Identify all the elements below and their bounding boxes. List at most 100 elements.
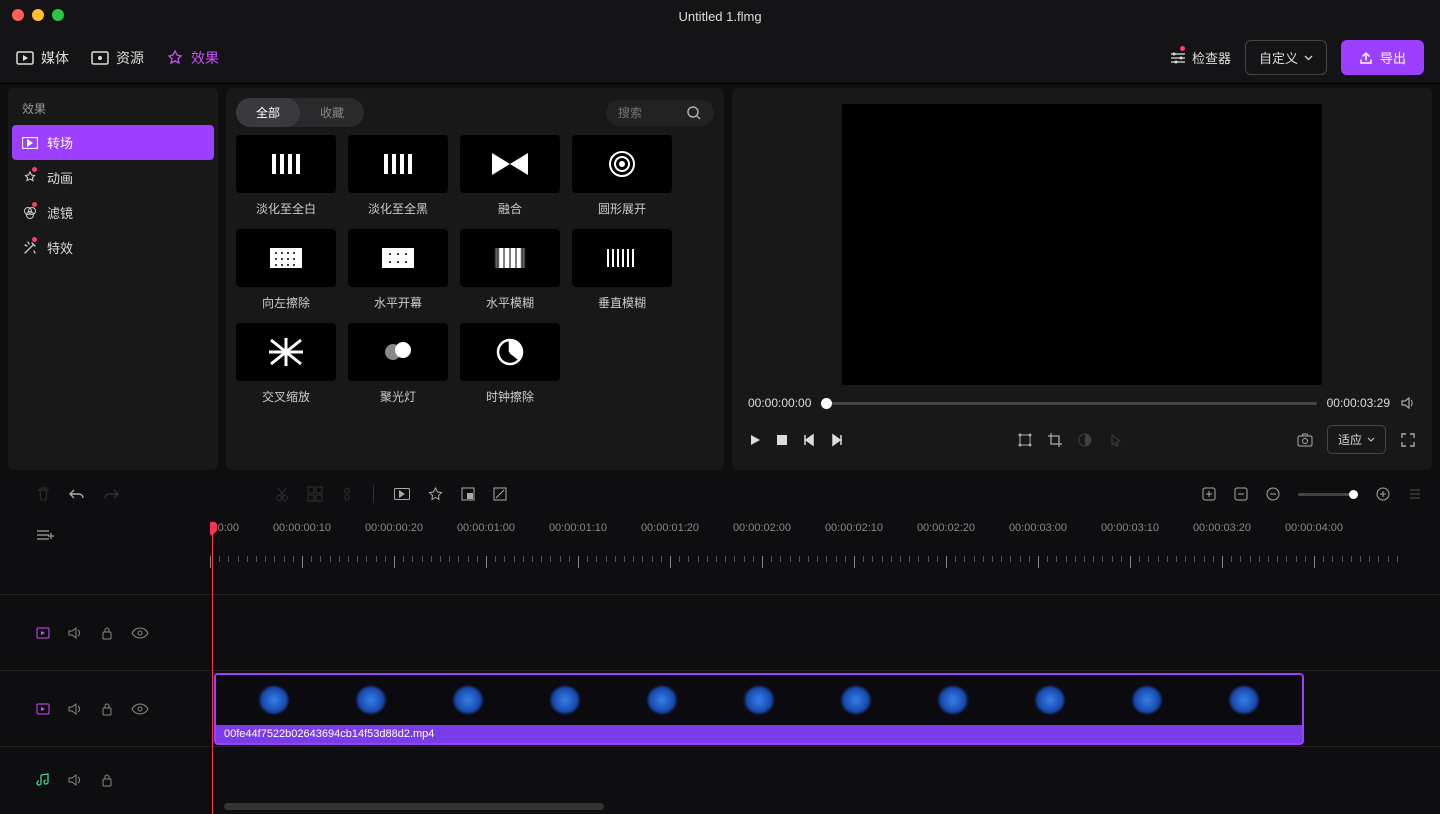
transition-tool-icon[interactable] [394, 488, 410, 500]
sidebar-item-label: 滤镜 [47, 203, 73, 222]
effects-tab-all[interactable]: 全部 [236, 98, 300, 127]
track-row-1[interactable] [210, 594, 1440, 670]
timeline-view-icon[interactable] [1408, 487, 1422, 501]
tab-effects-label: 效果 [191, 48, 219, 68]
slash-tool-icon[interactable] [493, 487, 507, 501]
track-row-2[interactable]: 00fe44f7522b02643694cb14f53d88d2.mp4 [210, 670, 1440, 746]
effect-item[interactable]: 淡化至全白 [236, 135, 336, 217]
visibility-icon[interactable] [131, 627, 149, 639]
clip-filename: 00fe44f7522b02643694cb14f53d88d2.mp4 [216, 725, 1302, 743]
effect-item[interactable]: 水平模糊 [460, 229, 560, 311]
sidebar-item-transitions[interactable]: 转场 [12, 125, 214, 160]
effect-thumbnail [348, 323, 448, 381]
lock-icon[interactable] [101, 626, 113, 640]
fullscreen-icon[interactable] [1400, 432, 1416, 448]
search-input[interactable] [618, 106, 678, 120]
snapshot-icon[interactable] [1297, 432, 1313, 448]
animation-icon [22, 170, 38, 186]
export-label: 导出 [1380, 48, 1406, 67]
effect-thumbnail [348, 135, 448, 193]
cut-icon[interactable] [275, 486, 289, 502]
next-frame-icon[interactable] [830, 433, 844, 447]
audio-track-icon[interactable] [36, 773, 50, 787]
export-button[interactable]: 导出 [1341, 40, 1424, 75]
chevron-down-icon [1304, 55, 1313, 61]
effect-item[interactable]: 向左擦除 [236, 229, 336, 311]
timeline-scrollbar[interactable] [224, 803, 604, 810]
effect-thumbnail [460, 229, 560, 287]
preview-scrubber[interactable] [821, 402, 1316, 405]
effect-label: 水平模糊 [486, 294, 534, 311]
video-track-icon[interactable] [36, 627, 50, 639]
ruler-label: 00:00:02:00 [733, 522, 791, 534]
mute-icon[interactable] [68, 702, 83, 716]
audio-icon[interactable] [1107, 432, 1123, 448]
ruler-label: 00:00:04:00 [1285, 522, 1343, 534]
star-tool-icon[interactable] [428, 487, 443, 502]
effects-search[interactable] [606, 100, 714, 126]
effect-item[interactable]: 时钟擦除 [460, 323, 560, 405]
fit-button[interactable]: 适应 [1327, 425, 1386, 454]
effect-item[interactable]: 圆形展开 [572, 135, 672, 217]
window-close-button[interactable] [12, 9, 24, 21]
ruler-label: 00:00:01:20 [641, 522, 699, 534]
inspector-toggle[interactable]: 检查器 [1170, 48, 1231, 67]
lock-icon[interactable] [101, 773, 113, 787]
pip-tool-icon[interactable] [461, 487, 475, 501]
video-track-icon[interactable] [36, 703, 50, 715]
effect-item[interactable]: 交叉缩放 [236, 323, 336, 405]
effect-label: 向左擦除 [262, 294, 310, 311]
effect-thumbnail [572, 229, 672, 287]
effect-item[interactable]: 淡化至全黑 [348, 135, 448, 217]
zoom-slider[interactable] [1298, 493, 1358, 496]
add-track-icon[interactable] [36, 528, 54, 542]
effect-item[interactable]: 垂直模糊 [572, 229, 672, 311]
visibility-icon[interactable] [131, 703, 149, 715]
zoom-in-icon[interactable] [1202, 487, 1216, 501]
effects-sidebar: 效果 转场 动画 滤镜 特效 [8, 88, 218, 470]
lock-icon[interactable] [101, 702, 113, 716]
filter-icon [22, 205, 38, 221]
sidebar-item-label: 转场 [47, 133, 73, 152]
zoom-in-circle-icon[interactable] [1376, 487, 1390, 501]
transform-icon[interactable] [1017, 432, 1033, 448]
zoom-out-circle-icon[interactable] [1266, 487, 1280, 501]
grid-icon[interactable] [307, 486, 323, 502]
preview-viewport[interactable] [842, 104, 1322, 385]
sidebar-item-special[interactable]: 特效 [8, 230, 218, 265]
effect-label: 时钟擦除 [486, 388, 534, 405]
ruler-label: 00:00:02:10 [825, 522, 883, 534]
effect-item[interactable]: 聚光灯 [348, 323, 448, 405]
tab-resources-label: 资源 [116, 48, 144, 68]
video-clip[interactable]: 00fe44f7522b02643694cb14f53d88d2.mp4 [214, 673, 1304, 745]
color-icon[interactable] [1077, 432, 1093, 448]
effect-item[interactable]: 水平开幕 [348, 229, 448, 311]
sidebar-title: 效果 [8, 96, 218, 125]
mute-icon[interactable] [68, 773, 83, 787]
tab-resources[interactable]: 资源 [91, 48, 144, 68]
zoom-fit-icon[interactable] [1234, 487, 1248, 501]
tab-media[interactable]: 媒体 [16, 48, 69, 68]
export-icon [1359, 51, 1373, 65]
sidebar-item-label: 特效 [47, 238, 73, 257]
custom-button[interactable]: 自定义 [1245, 40, 1327, 75]
tab-effects[interactable]: 效果 [166, 48, 219, 68]
undo-icon[interactable] [69, 488, 85, 500]
prev-frame-icon[interactable] [802, 433, 816, 447]
mute-icon[interactable] [68, 626, 83, 640]
trash-icon[interactable] [36, 486, 51, 502]
window-maximize-button[interactable] [52, 9, 64, 21]
stop-icon[interactable] [776, 434, 788, 446]
effect-item[interactable]: 融合 [460, 135, 560, 217]
effects-tab-favorites[interactable]: 收藏 [300, 98, 364, 127]
crop-icon[interactable] [1047, 432, 1063, 448]
sidebar-item-animation[interactable]: 动画 [8, 160, 218, 195]
sidebar-item-filter[interactable]: 滤镜 [8, 195, 218, 230]
window-minimize-button[interactable] [32, 9, 44, 21]
play-icon[interactable] [748, 433, 762, 447]
time-ruler[interactable]: 00:00:00:0000:00:00:1000:00:00:2000:00:0… [210, 522, 1440, 570]
ruler-label: 00:00:02:20 [917, 522, 975, 534]
link-icon[interactable] [341, 486, 353, 502]
redo-icon[interactable] [103, 488, 119, 500]
volume-icon[interactable] [1400, 395, 1416, 411]
